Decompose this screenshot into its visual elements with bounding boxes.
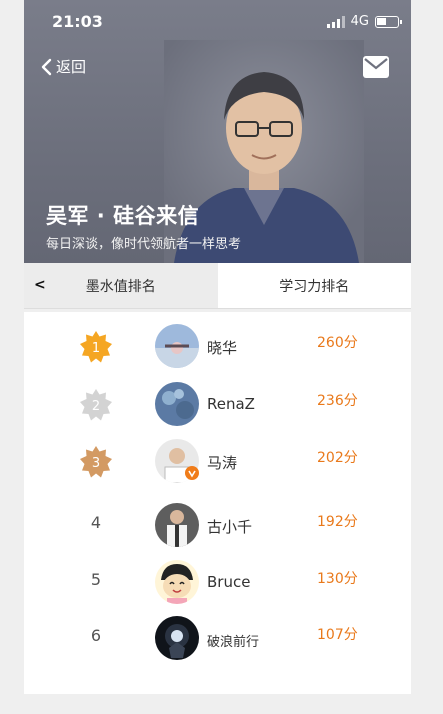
list-item[interactable]: 4 古小千 192分 <box>24 501 411 551</box>
ranking-list: 1 晓华 260分 2 RenaZ 236分 3 马涛 202分 4 古小千 1… <box>24 312 411 694</box>
user-name: RenaZ <box>207 395 255 413</box>
tab-learning-ranking[interactable]: 学习力排名 <box>217 263 411 308</box>
course-title: 吴军 · 硅谷来信 <box>46 204 200 228</box>
gold-medal-icon: 1 <box>80 331 112 363</box>
list-item[interactable]: 1 晓华 260分 <box>24 322 411 372</box>
user-name: 晓华 <box>207 339 238 357</box>
tab-prefix: < <box>34 277 46 293</box>
user-name: 马涛 <box>207 454 238 472</box>
battery-icon <box>375 15 402 28</box>
back-label: 返回 <box>56 58 87 76</box>
user-score: 260分 <box>317 335 358 351</box>
phone-screen: 21:03 4G 返回 吴军 · 硅谷来信 每日深谈，像时代领航者一样思考 < <box>24 0 411 714</box>
tab-ink-ranking[interactable]: < 墨水值排名 <box>24 263 218 308</box>
list-item[interactable]: 3 马涛 202分 <box>24 437 411 487</box>
tab-label: 墨水值排名 <box>85 278 156 295</box>
avatar <box>155 616 199 660</box>
signal-icon <box>326 15 345 28</box>
list-item[interactable]: 5 Bruce 130分 <box>24 558 411 608</box>
rank-number: 3 <box>92 456 100 471</box>
avatar <box>155 560 199 604</box>
list-item[interactable]: 2 RenaZ 236分 <box>24 380 411 430</box>
silver-medal-icon: 2 <box>80 389 112 421</box>
user-score: 202分 <box>317 450 358 466</box>
user-name: 古小千 <box>207 518 253 536</box>
list-item[interactable]: 6 破浪前行 107分 <box>24 614 411 664</box>
chevron-left-icon <box>41 58 52 75</box>
rank-number: 4 <box>90 513 102 532</box>
tab-label: 学习力排名 <box>279 278 350 295</box>
network-type: 4G <box>350 14 369 29</box>
rank-number: 6 <box>90 626 102 645</box>
status-bar: 21:03 4G <box>24 10 411 34</box>
avatar <box>155 503 199 547</box>
user-name: Bruce <box>207 573 251 591</box>
avatar <box>155 324 199 368</box>
user-score: 236分 <box>317 393 358 409</box>
mail-icon[interactable] <box>363 56 389 78</box>
user-score: 192分 <box>317 514 358 530</box>
course-header: 21:03 4G 返回 吴军 · 硅谷来信 每日深谈，像时代领航者一样思考 <box>24 0 411 263</box>
avatar <box>155 382 199 426</box>
back-button[interactable]: 返回 <box>40 56 86 77</box>
rank-number: 2 <box>92 399 100 414</box>
user-name: 破浪前行 <box>207 635 260 650</box>
rank-number: 5 <box>90 570 102 589</box>
user-score: 130分 <box>317 571 358 587</box>
bronze-medal-icon: 3 <box>80 446 112 478</box>
verified-badge-icon <box>185 466 199 480</box>
user-score: 107分 <box>317 627 358 643</box>
status-time: 21:03 <box>52 12 103 31</box>
ranking-tabs: < 墨水值排名 学习力排名 <box>24 263 411 309</box>
rank-number: 1 <box>92 341 100 356</box>
course-subtitle: 每日深谈，像时代领航者一样思考 <box>46 237 242 252</box>
